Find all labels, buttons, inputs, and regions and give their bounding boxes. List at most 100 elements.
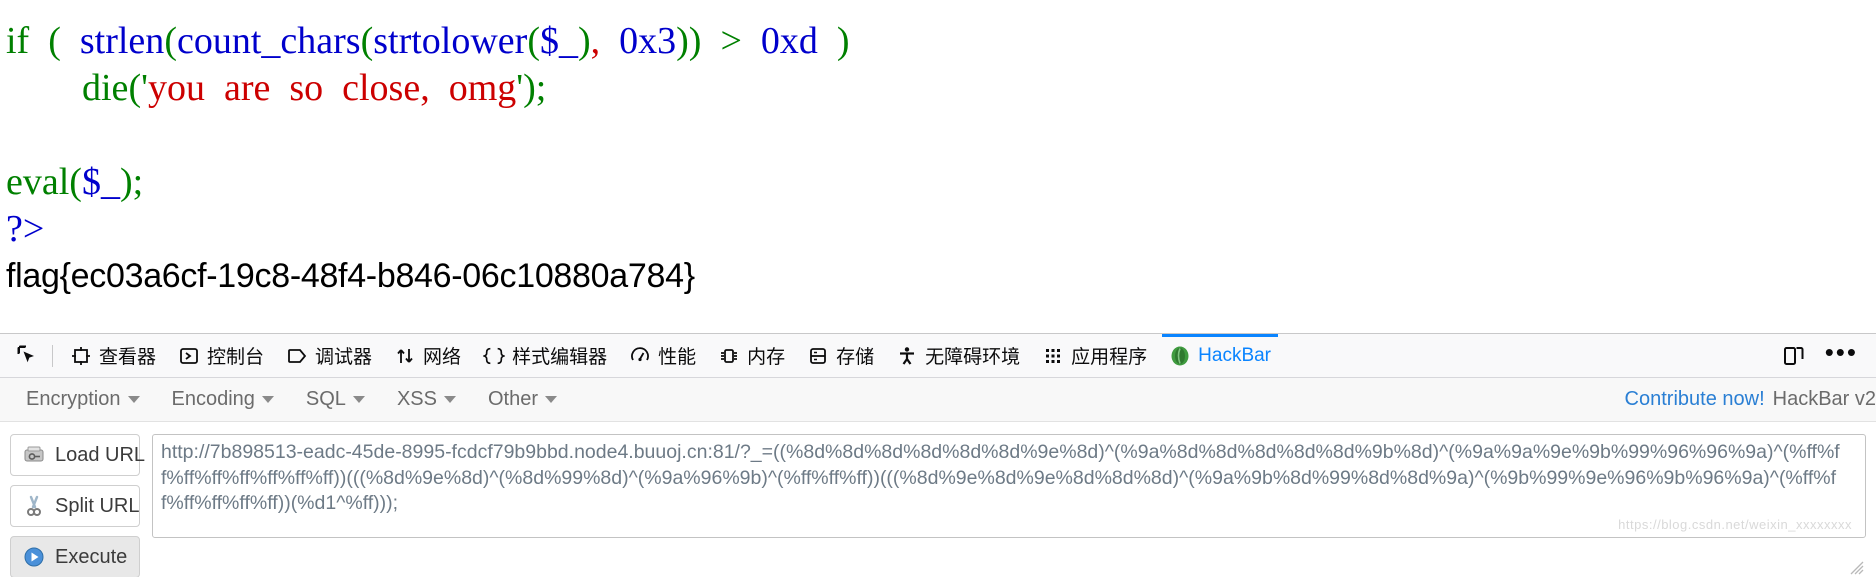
- code-token: die: [82, 67, 129, 109]
- load-url-label: Load URL: [55, 443, 146, 466]
- php-source-code: if ( strlen(count_chars(strtolower($_), …: [0, 0, 1876, 253]
- code-token: ;: [132, 161, 144, 203]
- code-token: 0x3: [619, 20, 677, 62]
- code-token: ): [119, 161, 133, 203]
- hackbar-menu-other[interactable]: Other: [472, 384, 573, 415]
- storage-icon: [807, 345, 829, 367]
- execute-label: Execute: [55, 545, 128, 568]
- hackbar-menu-encryption[interactable]: Encryption: [10, 384, 156, 415]
- devtools-tab-2[interactable]: 控制台: [167, 334, 275, 378]
- application-icon: [1042, 345, 1064, 367]
- devtools-tab-7[interactable]: 内存: [707, 334, 796, 378]
- hackbar-menu-label: XSS: [396, 388, 437, 410]
- hackbar-menubar: Encryption Encoding SQL XSS Other Contribute…: [0, 378, 1876, 422]
- performance-icon: [629, 345, 651, 367]
- code-token: (: [128, 67, 142, 109]
- devtools-tab-label: 查看器: [99, 347, 157, 368]
- style-editor-icon: [483, 345, 506, 367]
- code-token: (: [164, 20, 177, 62]
- chevron-down-icon: [352, 396, 365, 403]
- devtools-tab-5[interactable]: 样式编辑器: [472, 334, 618, 378]
- code-token: eval: [6, 161, 70, 203]
- devtools-tabbar: 查看器 控制台 调试器 网络 样式编辑器 性能 内存 存储 无障碍环境 应用程序 HackBar •…: [0, 333, 1876, 378]
- code-line: eval($_);: [6, 159, 1876, 206]
- toolbar-divider: [52, 344, 53, 367]
- devtools-tab-9[interactable]: 无障碍环境: [885, 334, 1031, 378]
- url-input[interactable]: [152, 434, 1866, 538]
- execute-button[interactable]: Execute: [10, 536, 140, 577]
- devtools-tab-label: 控制台: [207, 347, 265, 368]
- hackbar-panel: Encryption Encoding SQL XSS Other Contribute…: [0, 378, 1876, 577]
- load-url-icon: [22, 443, 46, 467]
- devtools-tab-4[interactable]: 网络: [383, 334, 472, 378]
- hackbar-menu-list: Encryption Encoding SQL XSS Other: [10, 384, 573, 415]
- contribute-link[interactable]: Contribute now!: [1625, 388, 1765, 411]
- code-token: )): [676, 20, 702, 62]
- hackbar-url-area: https://blog.csdn.net/weixin_xxxxxxxx: [152, 434, 1866, 577]
- devtools-tab-3[interactable]: 调试器: [275, 334, 383, 378]
- code-token: you are so close, omg: [147, 67, 517, 109]
- devtools-tab-label: 无障碍环境: [925, 347, 1021, 368]
- devtools-tab-label: 样式编辑器: [512, 347, 608, 368]
- code-line: ?>: [6, 206, 1876, 253]
- execute-icon: [22, 545, 46, 569]
- devtools-more-options-icon[interactable]: •••: [1825, 339, 1858, 365]
- chevron-down-icon: [127, 396, 140, 403]
- hackbar-menu-encoding[interactable]: Encoding: [156, 384, 290, 415]
- code-token: ): [836, 20, 850, 62]
- devtools-tab-8[interactable]: 存储: [796, 334, 885, 378]
- devtools-tab-6[interactable]: 性能: [618, 334, 707, 378]
- code-token: strtolower: [373, 20, 528, 62]
- load-url-button[interactable]: Load URL: [10, 434, 145, 476]
- hackbar-action-buttons: Load URL Split URL Execute: [10, 434, 145, 577]
- devtools-tab-11[interactable]: HackBar: [1158, 333, 1282, 378]
- chevron-down-icon: [261, 396, 274, 403]
- code-token: (: [527, 20, 540, 62]
- textarea-resize-handle[interactable]: [1850, 561, 1864, 575]
- code-token: ': [141, 67, 148, 109]
- hackbar-version-label: HackBar v2: [1772, 388, 1876, 410]
- devtools-tab-label: 调试器: [315, 347, 373, 368]
- responsive-design-mode-icon[interactable]: [1781, 343, 1807, 369]
- devtools-tab-label: HackBar: [1198, 344, 1272, 366]
- devtools-tab-10[interactable]: 应用程序: [1031, 334, 1158, 378]
- code-line: if ( strlen(count_chars(strtolower($_), …: [6, 18, 1876, 65]
- code-token: 0xd: [760, 20, 818, 62]
- devtools-panel: 查看器 控制台 调试器 网络 样式编辑器 性能 内存 存储 无障碍环境 应用程序 HackBar •…: [0, 333, 1876, 577]
- console-icon: [178, 345, 200, 367]
- split-url-button[interactable]: Split URL: [10, 485, 140, 527]
- hackbar-menu-label: Encryption: [26, 388, 121, 410]
- browser-window: if ( strlen(count_chars(strtolower($_), …: [0, 0, 1876, 577]
- devtools-tab-label: 应用程序: [1071, 347, 1148, 368]
- code-token: $_: [539, 20, 578, 62]
- code-token: ;: [535, 67, 547, 109]
- devtools-tab-label: 网络: [423, 347, 462, 368]
- code-token: if: [6, 20, 30, 62]
- code-token: count_chars: [176, 20, 361, 62]
- hackbar-menu-sql[interactable]: SQL: [290, 384, 381, 415]
- code-token: ): [577, 20, 591, 62]
- devtools-tab-label: 内存: [747, 347, 786, 368]
- hackbar-icon: [1169, 345, 1191, 367]
- devtools-tab-label: 存储: [836, 347, 875, 368]
- element-picker-icon[interactable]: [8, 337, 46, 375]
- hackbar-menu-label: SQL: [305, 388, 346, 410]
- code-token: strlen: [79, 20, 165, 62]
- devtools-toolbar-right: •••: [1781, 339, 1876, 369]
- devtools-tab-1[interactable]: 查看器: [59, 334, 167, 378]
- hackbar-body: Load URL Split URL Execute http://7b8985…: [0, 422, 1876, 577]
- split-url-label: Split URL: [55, 494, 140, 517]
- code-line: die('you are so close, omg');: [6, 65, 1876, 112]
- hackbar-menu-xss[interactable]: XSS: [381, 384, 472, 415]
- chevron-down-icon: [443, 396, 456, 403]
- accessibility-icon: [896, 345, 918, 367]
- code-token: >: [720, 20, 742, 62]
